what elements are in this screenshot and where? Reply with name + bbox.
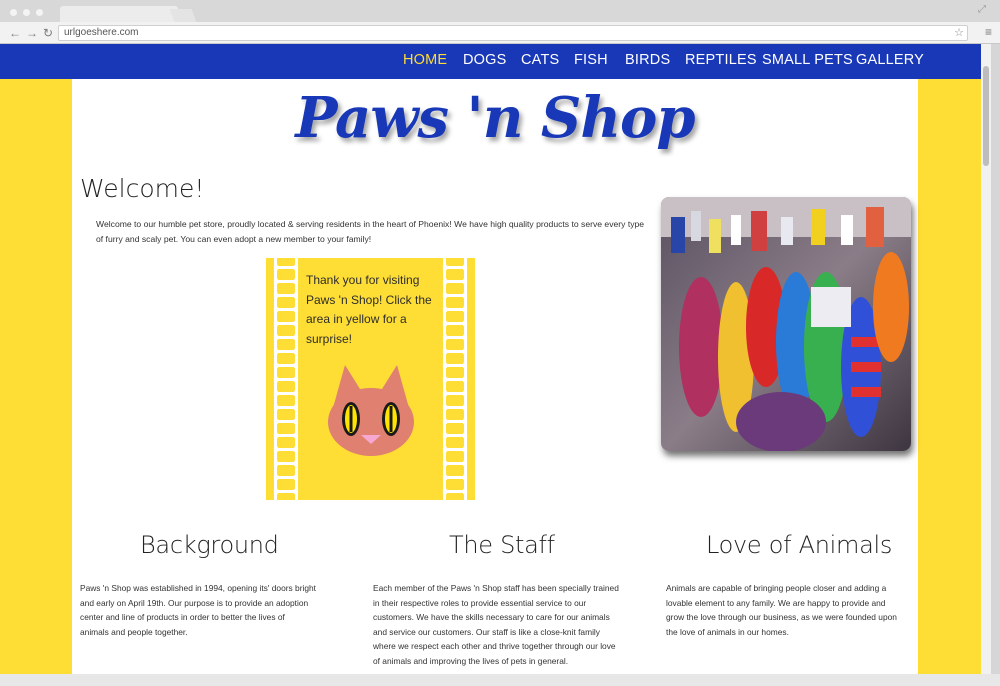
scrollbar-thumb[interactable] (983, 66, 989, 166)
welcome-heading: Welcome! (80, 174, 205, 203)
nav-item-dogs[interactable]: DOGS (463, 52, 507, 68)
title-bar: ⤢ (0, 0, 1000, 22)
page-viewport: HOME DOGS CATS FISH BIRDS REPTILES SMALL… (0, 44, 991, 674)
nav-item-reptiles[interactable]: REPTILES (685, 52, 757, 68)
promo-text: Thank you for visiting Paws 'n Shop! Cli… (306, 273, 432, 346)
love-of-animals-text: Animals are capable of bringing people c… (666, 583, 897, 637)
background-heading: Background (140, 531, 279, 559)
pet-toys-photo (661, 197, 911, 451)
main-content: Paws 'n Shop Welcome! Welcome to our hum… (72, 79, 918, 674)
reload-icon[interactable]: ↻ (43, 25, 53, 41)
nav-item-gallery[interactable]: GALLERY (856, 52, 924, 68)
browser-toolbar: ← → ↻ urlgoeshere.com ☆ ≡ (0, 22, 1000, 44)
forward-arrow-icon[interactable]: → (26, 25, 38, 41)
window-close-dot[interactable] (10, 9, 17, 16)
window-minimize-dot[interactable] (23, 9, 30, 16)
fullscreen-icon[interactable]: ⤢ (978, 4, 986, 15)
staff-text: Each member of the Paws 'n Shop staff ha… (373, 583, 619, 666)
window-bottom-edge (0, 674, 1000, 686)
surprise-area[interactable]: Thank you for visiting Paws 'n Shop! Cli… (266, 258, 475, 500)
nav-item-birds[interactable]: BIRDS (625, 52, 670, 68)
nav-item-cats[interactable]: CATS (521, 52, 559, 68)
nav-item-home[interactable]: HOME (403, 52, 447, 68)
browser-tab[interactable] (60, 6, 178, 22)
bone-ladder-left (273, 258, 299, 500)
back-arrow-icon[interactable]: ← (9, 25, 21, 41)
nav-item-small-pets[interactable]: SMALL PETS (762, 52, 853, 68)
background-text: Paws 'n Shop was established in 1994, op… (80, 583, 316, 637)
browser-window: ⤢ ← → ↻ urlgoeshere.com ☆ ≡ HOME DOGS CA… (0, 0, 1000, 686)
hamburger-menu-icon[interactable]: ≡ (985, 25, 992, 39)
welcome-text: Welcome to our humble pet store, proudly… (96, 219, 645, 244)
new-tab-button[interactable] (169, 9, 197, 22)
scrollbar[interactable] (981, 44, 991, 674)
address-bar-url: urlgoeshere.com (64, 27, 139, 38)
star-icon[interactable]: ☆ (954, 26, 964, 40)
site-navbar: HOME DOGS CATS FISH BIRDS REPTILES SMALL… (0, 44, 981, 79)
bone-ladder-right (442, 258, 468, 500)
staff-heading: The Staff (449, 531, 555, 559)
address-bar[interactable]: urlgoeshere.com ☆ (58, 25, 968, 41)
cat-face-icon (328, 365, 414, 456)
nav-item-fish[interactable]: FISH (574, 52, 608, 68)
site-logo[interactable]: Paws 'n Shop (72, 85, 918, 151)
window-maximize-dot[interactable] (36, 9, 43, 16)
love-of-animals-heading: Love of Animals (706, 531, 893, 559)
